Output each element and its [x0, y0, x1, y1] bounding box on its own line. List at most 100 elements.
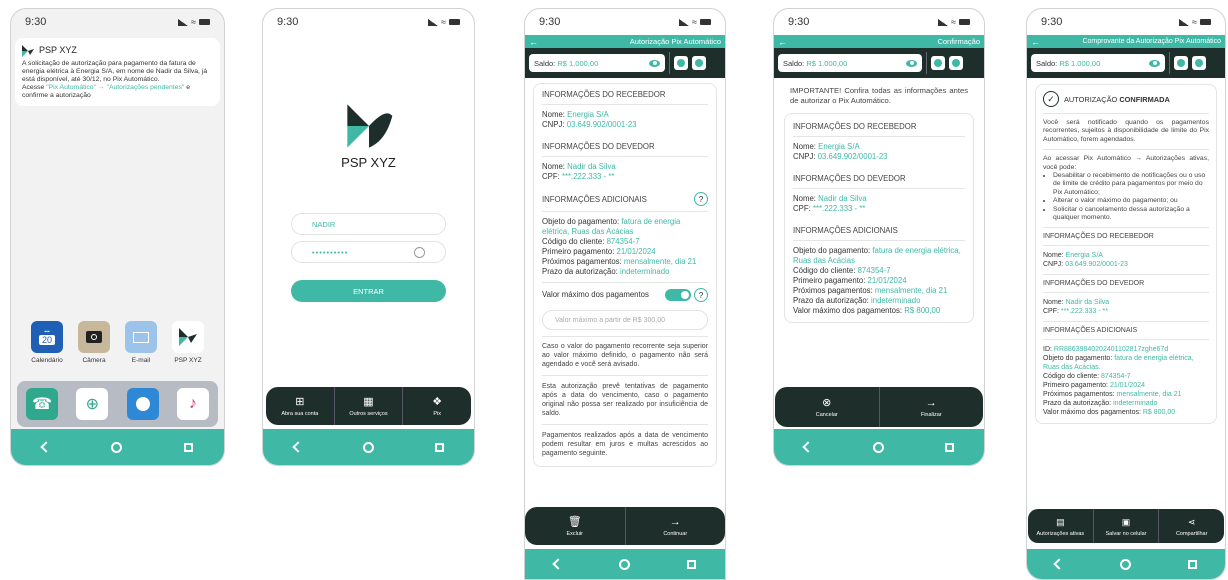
back-icon[interactable]	[40, 441, 52, 453]
max-value-toggle[interactable]	[665, 289, 691, 301]
link-pix-automatico[interactable]: "Pix Automático"	[46, 84, 96, 91]
pix-button[interactable]: ❖ Pix	[402, 387, 471, 425]
wifi-icon: ≈	[191, 17, 196, 27]
continue-button[interactable]: → Continuar	[624, 507, 726, 545]
browser-icon[interactable]	[126, 388, 159, 420]
battery-icon	[959, 19, 970, 25]
confirmation-content: IMPORTANTE! Confira todas as informações…	[774, 78, 984, 331]
save-to-phone-button[interactable]: ▣ Salvar no celular	[1092, 509, 1159, 543]
login-button[interactable]: ENTRAR	[291, 280, 446, 302]
home-icon[interactable]	[111, 441, 123, 453]
back-arrow-icon[interactable]: ←	[778, 37, 787, 47]
notification-body: A solicitação de autorização para pagame…	[22, 60, 208, 83]
eye-icon[interactable]	[1149, 59, 1160, 67]
phone-authorization: 9:30 ≈ ← Autorização Pix Automático Sald…	[524, 8, 726, 580]
authorization-bottom-bar: 🗑 Excluir → Continuar	[525, 507, 725, 545]
globe-icon[interactable]: ⊕	[76, 388, 109, 420]
psp-logo-icon	[346, 104, 392, 148]
notification-app-name: PSP XYZ	[39, 45, 77, 55]
app-email[interactable]: E-mail	[125, 321, 157, 364]
receipt-bottom-bar: ▤ Autorizações ativas ▣ Salvar no celular …	[1028, 509, 1224, 543]
fingerprint-icon[interactable]	[414, 246, 425, 258]
info-button[interactable]	[1174, 56, 1188, 70]
recent-apps-icon[interactable]	[1187, 559, 1197, 569]
receipt-card: ✓ AUTORIZAÇÃO CONFIRMADA Você será notif…	[1035, 84, 1217, 425]
balance-box: Saldo: R$ 1.000,00	[778, 54, 922, 72]
balance-value: R$ 1.000,00	[557, 58, 599, 68]
settings-button[interactable]	[692, 56, 706, 70]
arrow-right-icon: →	[669, 515, 681, 528]
back-icon[interactable]	[802, 441, 814, 453]
password-input[interactable]: ••••••••••	[291, 241, 446, 263]
home-icon[interactable]	[1119, 558, 1131, 570]
settings-button[interactable]	[1192, 56, 1206, 70]
share-icon: ⋖	[1187, 516, 1196, 527]
link-autorizacoes-pendentes[interactable]: "Autorizações pendentes"	[107, 84, 185, 91]
header-title: Confirmação	[937, 37, 980, 46]
recent-apps-icon[interactable]	[687, 559, 697, 569]
battery-icon	[1200, 19, 1211, 25]
phone-icon[interactable]: ☎	[26, 388, 59, 420]
phone-login: 9:30 ≈ PSP XYZ NADIR •••••••••• ENTRAR ⊞…	[262, 8, 475, 466]
info-button[interactable]	[674, 56, 688, 70]
cancel-button[interactable]: ⊗ Cancelar	[775, 387, 879, 427]
delete-button[interactable]: 🗑 Excluir	[525, 507, 625, 545]
eye-icon[interactable]	[649, 59, 660, 67]
recent-apps-icon[interactable]	[944, 442, 954, 452]
settings-button[interactable]	[949, 56, 963, 70]
screen-header: ← Confirmação	[774, 35, 984, 48]
help-icon[interactable]: ?	[694, 192, 708, 206]
recent-apps-icon[interactable]	[434, 442, 444, 452]
signal-icon	[178, 18, 189, 26]
android-nav-bar	[263, 429, 474, 465]
confirmed-status: CONFIRMADA	[1119, 94, 1170, 104]
psp-logo-icon	[22, 44, 34, 57]
other-services-button[interactable]: ▦ Outros serviços	[333, 387, 403, 425]
open-account-button[interactable]: ⊞ Abra sua conta	[266, 387, 334, 425]
app-camera[interactable]: Câmera	[78, 321, 110, 364]
signal-icon	[679, 18, 690, 26]
back-arrow-icon[interactable]: ←	[529, 37, 538, 47]
share-button[interactable]: ⋖ Compartilhar	[1158, 509, 1224, 543]
info-button[interactable]	[931, 56, 945, 70]
notification-card[interactable]: PSP XYZ A solicitação de autorização par…	[15, 38, 220, 106]
status-bar: 9:30 ≈	[11, 9, 224, 35]
balance-box: Saldo: R$ 1.000,00	[529, 54, 665, 72]
phone-confirmation: 9:30 ≈ ← Confirmação Saldo: R$ 1.000,00 …	[773, 8, 985, 466]
home-icon[interactable]	[362, 441, 374, 453]
grid-icon: ▦	[363, 395, 374, 408]
phone-receipt: 9:30 ≈ ← Comprovante da Autorização Pix …	[1026, 8, 1226, 580]
logo-text: PSP XYZ	[341, 155, 396, 170]
home-icon[interactable]	[618, 558, 630, 570]
back-icon[interactable]	[551, 558, 564, 570]
back-icon[interactable]	[1053, 558, 1065, 570]
check-circle-icon: ✓	[1043, 91, 1059, 107]
trash-icon: 🗑	[567, 515, 582, 528]
important-notice: IMPORTANTE! Confira todas as informações…	[790, 86, 968, 105]
home-icon[interactable]	[872, 441, 884, 453]
max-value-input[interactable]: Valor máximo a partir de R$ 300,00	[542, 310, 708, 330]
status-bar: 9:30 ≈	[1027, 9, 1225, 35]
wifi-icon: ≈	[441, 17, 446, 27]
username-input[interactable]: NADIR	[291, 213, 446, 235]
eye-icon[interactable]	[906, 59, 917, 67]
recent-apps-icon[interactable]	[184, 442, 194, 452]
battery-icon	[700, 19, 711, 25]
status-bar: 9:30 ≈	[774, 9, 984, 35]
back-arrow-icon[interactable]: ←	[1031, 37, 1040, 47]
header-title: Autorização Pix Automático	[629, 37, 721, 46]
camera-icon	[78, 321, 110, 353]
wifi-icon: ≈	[1192, 17, 1197, 27]
pix-icon: ❖	[432, 395, 443, 408]
login-bottom-bar: ⊞ Abra sua conta ▦ Outros serviços ❖ Pix	[266, 387, 471, 425]
finish-button[interactable]: → Finalizar	[878, 387, 984, 427]
psp-logo: PSP XYZ	[263, 101, 474, 170]
active-authorizations-button[interactable]: ▤ Autorizações ativas	[1028, 509, 1093, 543]
app-psp-xyz[interactable]: PSP XYZ	[172, 321, 204, 364]
app-calendario[interactable]: ▪▪▪ 20 Calendário	[31, 321, 63, 364]
battery-icon	[199, 19, 210, 25]
help-icon[interactable]: ?	[694, 288, 708, 302]
balance-bar: Saldo: R$ 1.000,00	[525, 48, 725, 78]
music-icon[interactable]: ♪	[176, 388, 209, 420]
back-icon[interactable]	[291, 441, 304, 453]
